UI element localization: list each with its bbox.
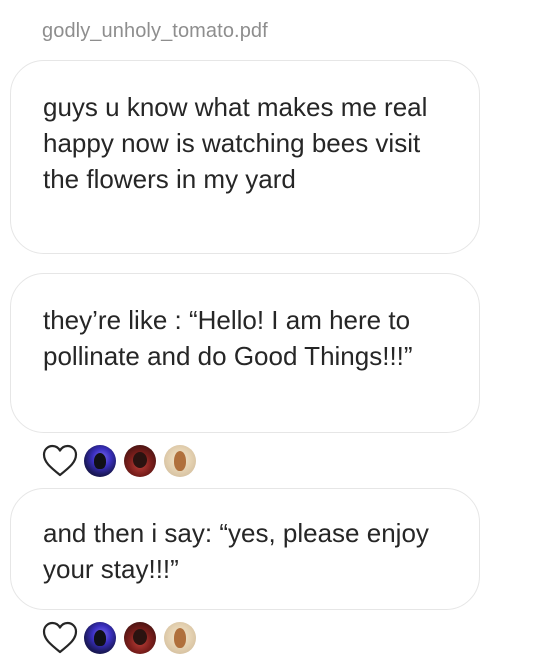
message-bubble[interactable]: guys u know what makes me real happy now… bbox=[10, 60, 480, 254]
reactor-avatar[interactable] bbox=[124, 445, 156, 477]
message-text: and then i say: “yes, please enjoy your … bbox=[43, 518, 429, 584]
reactor-avatar[interactable] bbox=[124, 622, 156, 654]
message-reactions[interactable] bbox=[40, 441, 204, 481]
heart-icon[interactable] bbox=[40, 441, 80, 481]
message-reactions[interactable] bbox=[40, 618, 204, 658]
reactor-avatar[interactable] bbox=[84, 622, 116, 654]
message-text: they’re like : “Hello! I am here to poll… bbox=[43, 305, 413, 371]
message-text: guys u know what makes me real happy now… bbox=[43, 92, 428, 194]
heart-icon[interactable] bbox=[40, 618, 80, 658]
message-bubble[interactable]: they’re like : “Hello! I am here to poll… bbox=[10, 273, 480, 433]
reactor-avatar[interactable] bbox=[164, 445, 196, 477]
reactor-avatar[interactable] bbox=[84, 445, 116, 477]
message-bubble[interactable]: and then i say: “yes, please enjoy your … bbox=[10, 488, 480, 610]
reactor-avatar[interactable] bbox=[164, 622, 196, 654]
sender-username[interactable]: godly_unholy_tomato.pdf bbox=[42, 20, 268, 43]
